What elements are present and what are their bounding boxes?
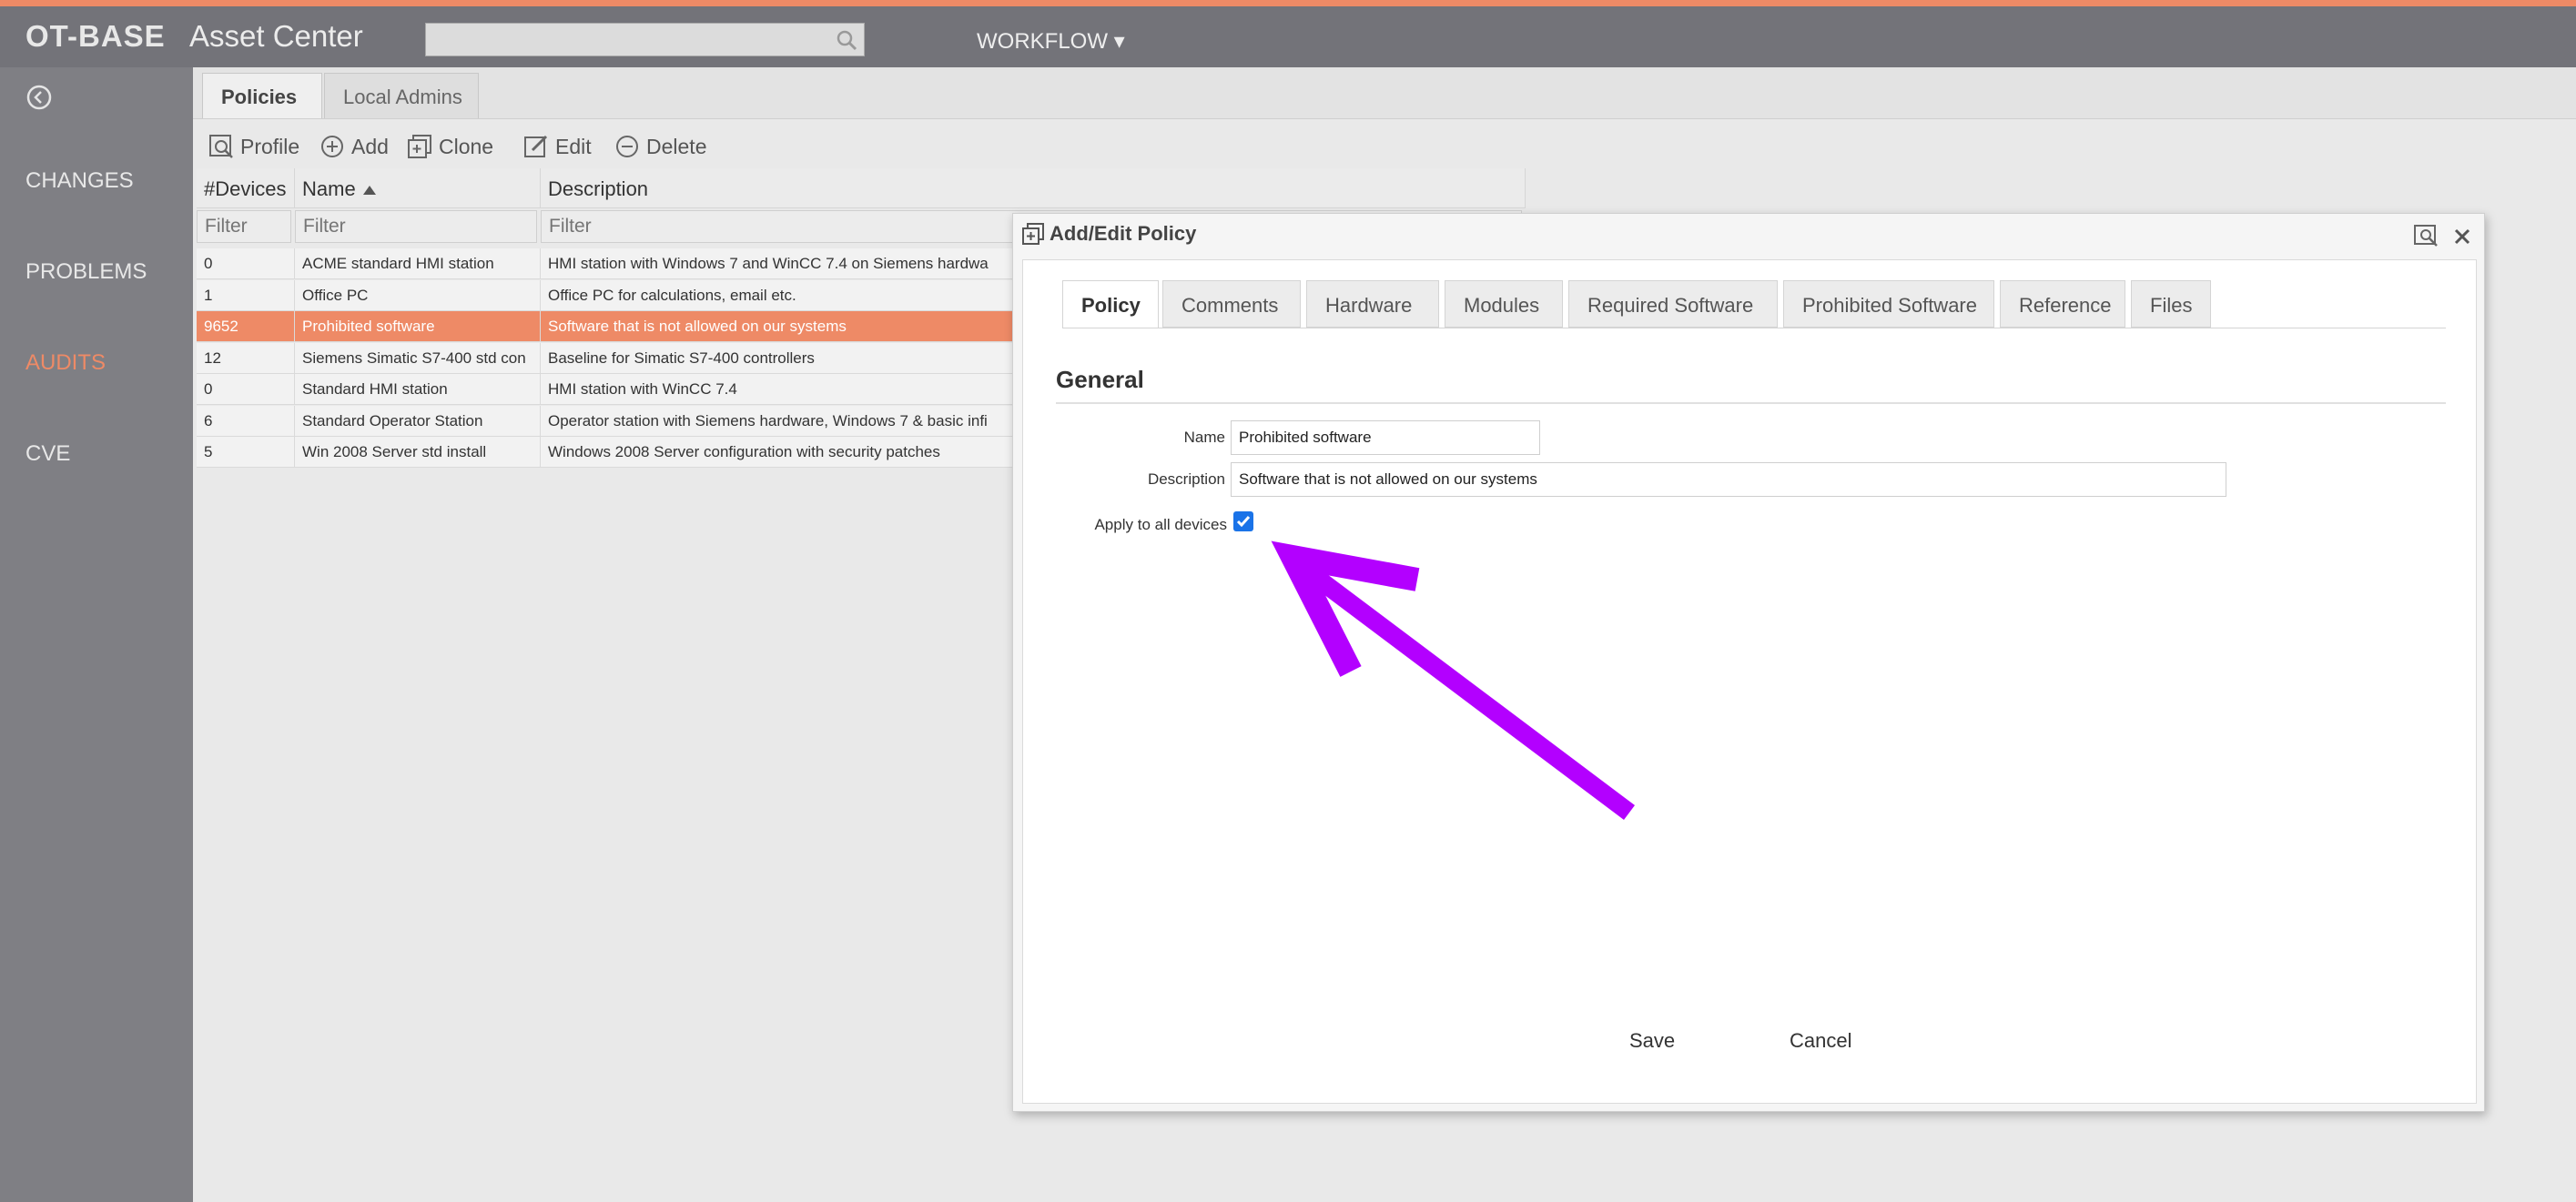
add-edit-policy-dialog: Add/Edit Policy Policy Comments Hardware… [1012, 213, 2485, 1112]
cell-name: Standard HMI station [295, 374, 541, 405]
sort-ascending-icon [362, 186, 376, 196]
tab-required-software[interactable]: Required Software [1568, 280, 1778, 328]
sidebar-item-audits[interactable]: AUDITS [25, 350, 106, 376]
tab-policies[interactable]: Policies [202, 73, 322, 118]
clone-button[interactable]: Clone [406, 128, 493, 165]
add-window-icon [1022, 223, 1044, 245]
delete-icon [616, 136, 638, 157]
column-name-label: Name [302, 177, 356, 200]
description-field[interactable] [1231, 462, 2226, 497]
sidebar-item-cve[interactable]: CVE [25, 441, 70, 467]
filter-devices[interactable] [197, 210, 291, 243]
dialog-title-bar[interactable]: Add/Edit Policy [1020, 221, 1196, 247]
tab-policy[interactable]: Policy [1062, 280, 1159, 328]
dialog-inspect-icon[interactable] [2413, 223, 2440, 248]
profile-button[interactable]: Profile [208, 128, 299, 165]
cell-name: Prohibited software [295, 311, 541, 342]
clone-icon [408, 135, 431, 158]
filter-name[interactable] [295, 210, 537, 243]
app-title: Asset Center [189, 19, 363, 53]
workflow-menu[interactable]: WORKFLOW ▾ [977, 28, 1125, 55]
sidebar-item-problems[interactable]: PROBLEMS [25, 259, 147, 285]
dialog-body: Policy Comments Hardware Modules Require… [1022, 259, 2477, 1104]
apply-to-all-checkbox[interactable] [1233, 511, 1253, 531]
clone-label: Clone [439, 134, 494, 158]
search-icon[interactable] [835, 28, 858, 52]
section-divider [1056, 402, 2446, 404]
description-label: Description [1147, 470, 1225, 488]
tab-modules[interactable]: Modules [1445, 280, 1563, 328]
cell-devices: 1 [197, 279, 295, 311]
section-title: General [1056, 366, 1144, 393]
add-icon [321, 136, 343, 157]
tab-reference[interactable]: Reference [2000, 280, 2125, 328]
column-devices[interactable]: #Devices [197, 168, 295, 208]
close-icon[interactable] [2451, 223, 2473, 248]
column-name[interactable]: Name [295, 168, 541, 208]
edit-icon [524, 135, 548, 157]
cell-devices: 0 [197, 248, 295, 279]
cell-devices: 9652 [197, 311, 295, 342]
tab-local-admins[interactable]: Local Admins [324, 73, 479, 118]
tab-comments[interactable]: Comments [1162, 280, 1301, 328]
dialog-title: Add/Edit Policy [1050, 222, 1197, 245]
top-bar: OT-BASE Asset Center WORKFLOW ▾ [0, 0, 2576, 67]
cell-devices: 0 [197, 374, 295, 405]
name-label: Name [1183, 429, 1225, 446]
add-button[interactable]: Add [319, 128, 389, 165]
cancel-button[interactable]: Cancel [1790, 1029, 1851, 1053]
sidebar: CHANGES PROBLEMS AUDITS CVE [0, 67, 193, 1202]
cell-devices: 12 [197, 342, 295, 374]
profile-icon [209, 135, 233, 158]
profile-label: Profile [240, 134, 300, 158]
search-input[interactable] [425, 23, 865, 56]
tab-prohibited-software[interactable]: Prohibited Software [1783, 280, 1994, 328]
tab-files[interactable]: Files [2131, 280, 2211, 328]
back-icon[interactable] [25, 84, 53, 111]
add-label: Add [351, 134, 389, 158]
delete-button[interactable]: Delete [614, 128, 706, 165]
cell-name: ACME standard HMI station [295, 248, 541, 279]
cell-name: Office PC [295, 279, 541, 311]
cell-name: Standard Operator Station [295, 405, 541, 437]
edit-label: Edit [555, 134, 592, 158]
brand-logo[interactable]: OT-BASE [25, 19, 166, 54]
name-field[interactable] [1231, 420, 1540, 455]
cell-name: Siemens Simatic S7-400 std con [295, 342, 541, 374]
checkmark-icon [1236, 516, 1251, 528]
column-description[interactable]: Description [541, 168, 1526, 208]
tab-hardware[interactable]: Hardware [1306, 280, 1439, 328]
cell-devices: 6 [197, 405, 295, 437]
sidebar-item-changes[interactable]: CHANGES [25, 168, 134, 194]
table-header: #Devices Name Description [197, 168, 1526, 208]
cell-devices: 5 [197, 437, 295, 468]
delete-label: Delete [646, 134, 707, 158]
save-button[interactable]: Save [1629, 1029, 1675, 1053]
edit-button[interactable]: Edit [522, 128, 592, 165]
cell-name: Win 2008 Server std install [295, 437, 541, 468]
apply-to-all-label: Apply to all devices [1094, 516, 1227, 533]
